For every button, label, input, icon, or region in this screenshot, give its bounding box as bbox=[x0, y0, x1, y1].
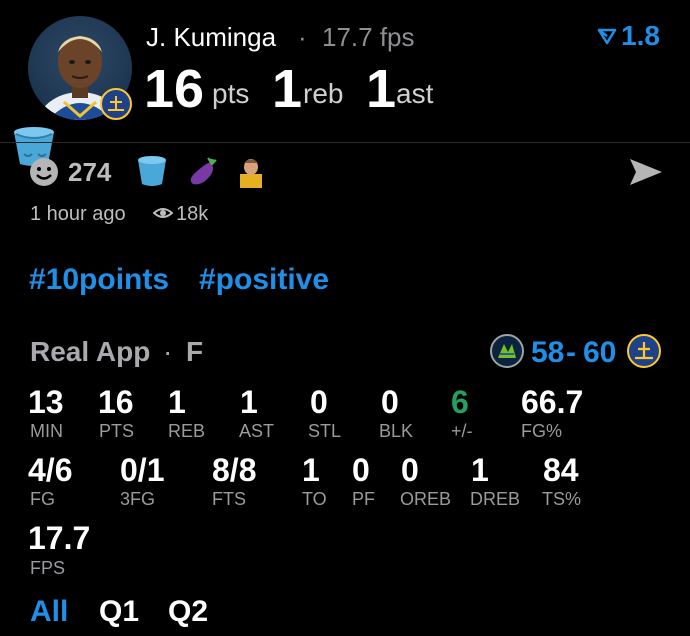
score-dash: - bbox=[566, 336, 576, 369]
smile-icon[interactable] bbox=[28, 156, 60, 188]
rating-badge[interactable]: 1.8 bbox=[597, 20, 660, 52]
headline-ast-label: ast bbox=[396, 78, 434, 109]
stat-tspct-label: TS% bbox=[542, 489, 582, 509]
player-position: F bbox=[186, 336, 204, 367]
headline-pts-label: pts bbox=[212, 78, 250, 109]
stat-fg-label: FG bbox=[30, 489, 55, 509]
rating-value: 1.8 bbox=[621, 20, 660, 51]
stat-pf-label: PF bbox=[352, 489, 376, 509]
stat-pf-value: 0 bbox=[352, 452, 370, 488]
stat-pts-label: PTS bbox=[99, 421, 135, 441]
stat-to-label: TO bbox=[302, 489, 327, 509]
eye-icon bbox=[152, 205, 174, 221]
stat-stl-value: 0 bbox=[310, 384, 328, 420]
separator: · bbox=[163, 336, 173, 367]
stat-dreb-value: 1 bbox=[471, 452, 489, 488]
timberwolves-logo-icon[interactable] bbox=[490, 334, 524, 368]
stat-oreb-label: OREB bbox=[400, 489, 452, 509]
warriors-logo-icon[interactable] bbox=[627, 334, 661, 368]
stat-tspct-value: 84 bbox=[543, 452, 579, 488]
stat-plusminus-value: 6 bbox=[451, 384, 469, 420]
stat-ast-label: AST bbox=[239, 421, 275, 441]
player-name[interactable]: J. Kuminga bbox=[146, 22, 276, 53]
stat-fts-value: 8/8 bbox=[212, 452, 257, 488]
eggplant-icon[interactable] bbox=[186, 154, 220, 188]
reaction-count: 274 bbox=[68, 157, 112, 187]
score-left: 58 bbox=[531, 336, 565, 369]
stat-reb-value: 1 bbox=[168, 384, 186, 420]
stat-ast-value: 1 bbox=[240, 384, 258, 420]
stat-stl-label: STL bbox=[308, 421, 342, 441]
stat-fts-label: FTS bbox=[212, 489, 246, 509]
stat-fps-value: 17.7 bbox=[28, 520, 91, 556]
player-emoji-icon[interactable] bbox=[234, 154, 268, 188]
divider bbox=[0, 142, 690, 143]
separator: · bbox=[298, 22, 307, 52]
headline-ast-value: 1 bbox=[366, 59, 397, 119]
tab-q1[interactable]: Q1 bbox=[99, 595, 139, 629]
headline-pts-value: 16 bbox=[144, 59, 205, 119]
stat-pts-value: 16 bbox=[98, 384, 134, 420]
stat-min-label: MIN bbox=[30, 421, 63, 441]
tab-q2[interactable]: Q2 bbox=[168, 595, 208, 629]
warriors-logo-icon bbox=[100, 88, 132, 120]
stat-plusminus-label: +/- bbox=[451, 421, 473, 441]
post-time: 1 hour ago bbox=[30, 203, 126, 225]
stat-reb-label: REB bbox=[168, 421, 206, 441]
tab-all[interactable]: All bbox=[30, 595, 68, 629]
hashtag-positive[interactable]: #positive bbox=[199, 263, 329, 297]
stat-fg-value: 4/6 bbox=[28, 452, 73, 488]
stat-3fg-value: 0/1 bbox=[120, 452, 165, 488]
rating-icon bbox=[597, 20, 617, 52]
stat-dreb-label: DREB bbox=[470, 489, 521, 509]
stat-fps-label: FPS bbox=[30, 558, 66, 578]
bucket-reaction-icon[interactable] bbox=[136, 154, 168, 188]
send-icon[interactable] bbox=[628, 156, 664, 188]
stat-fgpct-label: FG% bbox=[521, 421, 563, 441]
headline-reb-label: reb bbox=[303, 78, 344, 109]
app-title: Real App bbox=[30, 336, 151, 367]
stat-min-value: 13 bbox=[28, 384, 64, 420]
fps-summary: 17.7 fps bbox=[322, 22, 415, 52]
stat-blk-value: 0 bbox=[381, 384, 399, 420]
stat-to-value: 1 bbox=[302, 452, 320, 488]
view-count: 18k bbox=[176, 203, 209, 225]
headline-reb-value: 1 bbox=[272, 59, 303, 119]
stat-oreb-value: 0 bbox=[401, 452, 419, 488]
hashtag-10points[interactable]: #10points bbox=[29, 263, 169, 297]
score-right: 60 bbox=[583, 336, 617, 369]
stat-fgpct-value: 66.7 bbox=[521, 384, 584, 420]
stat-blk-label: BLK bbox=[379, 421, 414, 441]
stat-3fg-label: 3FG bbox=[120, 489, 156, 509]
